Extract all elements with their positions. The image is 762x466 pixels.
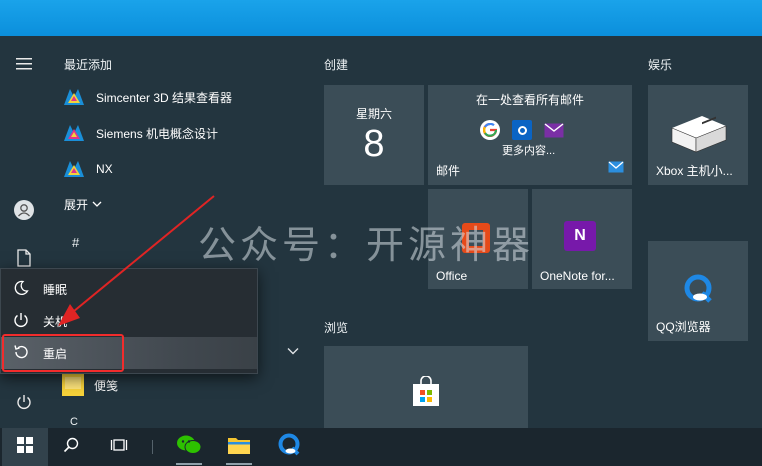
- file-explorer-button[interactable]: [218, 428, 260, 466]
- taskbar: [0, 428, 762, 466]
- windows-logo-icon: [17, 436, 33, 458]
- running-indicator: [226, 463, 252, 465]
- running-indicator: [176, 463, 202, 465]
- folder-icon: [227, 435, 251, 460]
- wechat-button[interactable]: [168, 428, 210, 466]
- task-view-icon: [110, 437, 128, 458]
- search-button[interactable]: [50, 428, 92, 466]
- taskbar-divider: [152, 440, 153, 454]
- wechat-icon: [176, 434, 202, 461]
- task-view-button[interactable]: [98, 428, 140, 466]
- search-icon: [63, 437, 79, 458]
- start-button[interactable]: [2, 428, 48, 466]
- qq-browser-icon: [277, 433, 301, 462]
- watermark-text: 公众号：开源神器: [198, 223, 535, 267]
- qq-browser-taskbar-button[interactable]: [268, 428, 310, 466]
